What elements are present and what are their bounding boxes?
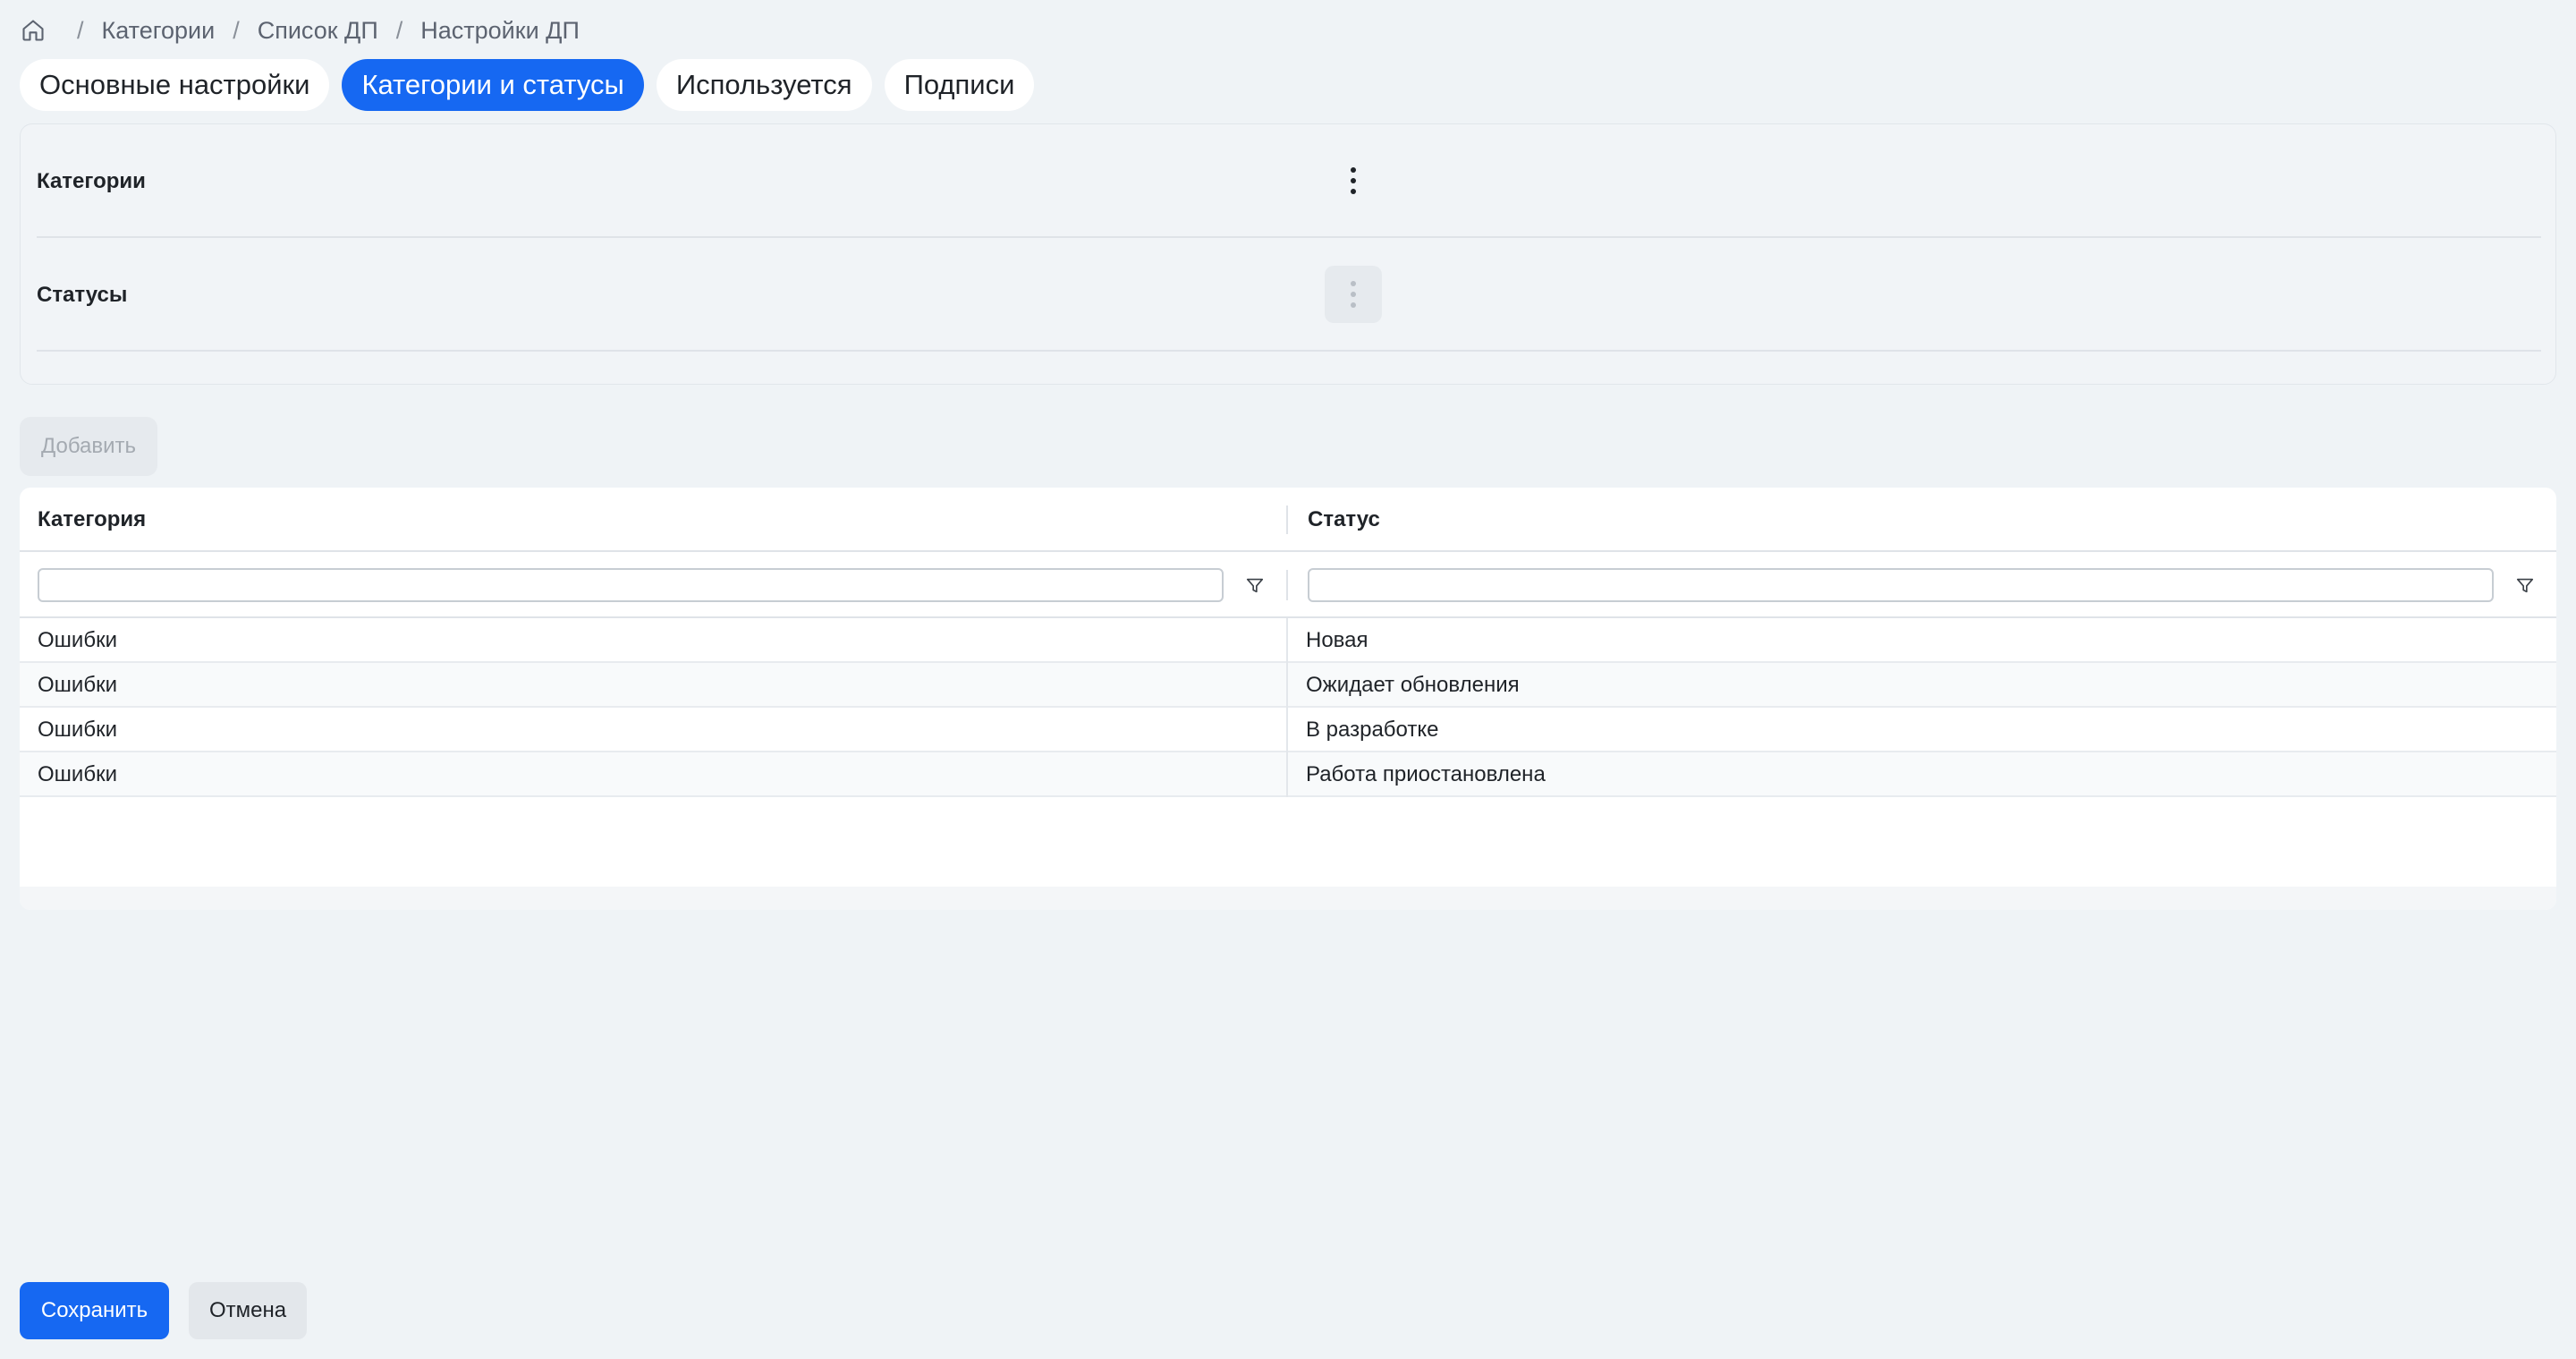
column-divider — [1286, 708, 1288, 752]
cell-status: В разработке — [1306, 718, 1439, 742]
breadcrumb-item-current: Настройки ДП — [420, 16, 580, 44]
column-divider — [1286, 570, 1288, 600]
breadcrumb-item-list[interactable]: Список ДП — [258, 17, 378, 45]
column-divider — [1286, 618, 1288, 663]
table-row[interactable]: Ошибки Работа приостановлена — [20, 752, 2556, 797]
table-row[interactable]: Ошибки Новая — [20, 618, 2556, 663]
tab-signatures[interactable]: Подписи — [884, 59, 1035, 111]
column-divider — [1286, 752, 1288, 797]
table-header: Категория Статус — [20, 488, 2556, 552]
settings-row-label: Статусы — [37, 282, 128, 307]
more-vertical-icon[interactable] — [1325, 152, 1382, 209]
table-row[interactable]: Ошибки В разработке — [20, 708, 2556, 752]
column-header-category[interactable]: Категория — [38, 488, 146, 552]
cell-status: Ожидает обновления — [1306, 673, 1520, 697]
tab-main-settings[interactable]: Основные настройки — [20, 59, 330, 111]
more-vertical-icon[interactable] — [1325, 266, 1382, 323]
category-filter-input[interactable] — [38, 568, 1224, 602]
status-filter-input[interactable] — [1308, 568, 2494, 602]
breadcrumb-separator: / — [77, 16, 84, 44]
settings-row-statuses: Статусы — [37, 238, 2541, 352]
cell-category: Ошибки — [38, 628, 117, 652]
tab-bar: Основные настройки Категории и статусы И… — [20, 59, 1035, 111]
save-button[interactable]: Сохранить — [20, 1282, 169, 1339]
column-divider — [1286, 663, 1288, 708]
filter-row — [20, 552, 2556, 618]
cell-category: Ошибки — [38, 718, 117, 742]
tab-used[interactable]: Используется — [656, 59, 872, 111]
cell-category: Ошибки — [38, 762, 117, 786]
settings-card: Категории Статусы — [20, 123, 2556, 385]
breadcrumb-separator: / — [233, 16, 240, 44]
table-scrollbar[interactable] — [20, 887, 2556, 910]
cell-status: Новая — [1306, 628, 1368, 652]
page: / Категории / Список ДП / Настройки ДП О… — [0, 0, 2576, 1359]
cell-category: Ошибки — [38, 673, 117, 697]
cell-status: Работа приостановлена — [1306, 762, 1546, 786]
table-body: Ошибки Новая Ошибки Ожидает обновления О… — [20, 618, 2556, 797]
column-divider[interactable] — [1286, 505, 1288, 534]
add-button[interactable]: Добавить — [20, 417, 157, 476]
breadcrumb: / Категории / Список ДП / Настройки ДП — [20, 13, 580, 48]
cancel-button[interactable]: Отмена — [189, 1282, 307, 1339]
home-icon[interactable] — [20, 17, 47, 44]
settings-row-categories: Категории — [37, 124, 2541, 238]
table-row[interactable]: Ошибки Ожидает обновления — [20, 663, 2556, 708]
column-header-status[interactable]: Статус — [1308, 488, 1380, 552]
breadcrumb-item-categories[interactable]: Категории — [102, 17, 216, 45]
settings-row-label: Категории — [37, 168, 146, 193]
category-status-table: Категория Статус Ошибки Новая Ошибки Ожи… — [20, 488, 2556, 910]
filter-icon[interactable] — [1241, 572, 1268, 599]
tab-categories-statuses[interactable]: Категории и статусы — [342, 59, 644, 111]
filter-icon[interactable] — [2512, 572, 2538, 599]
breadcrumb-separator: / — [395, 16, 403, 44]
